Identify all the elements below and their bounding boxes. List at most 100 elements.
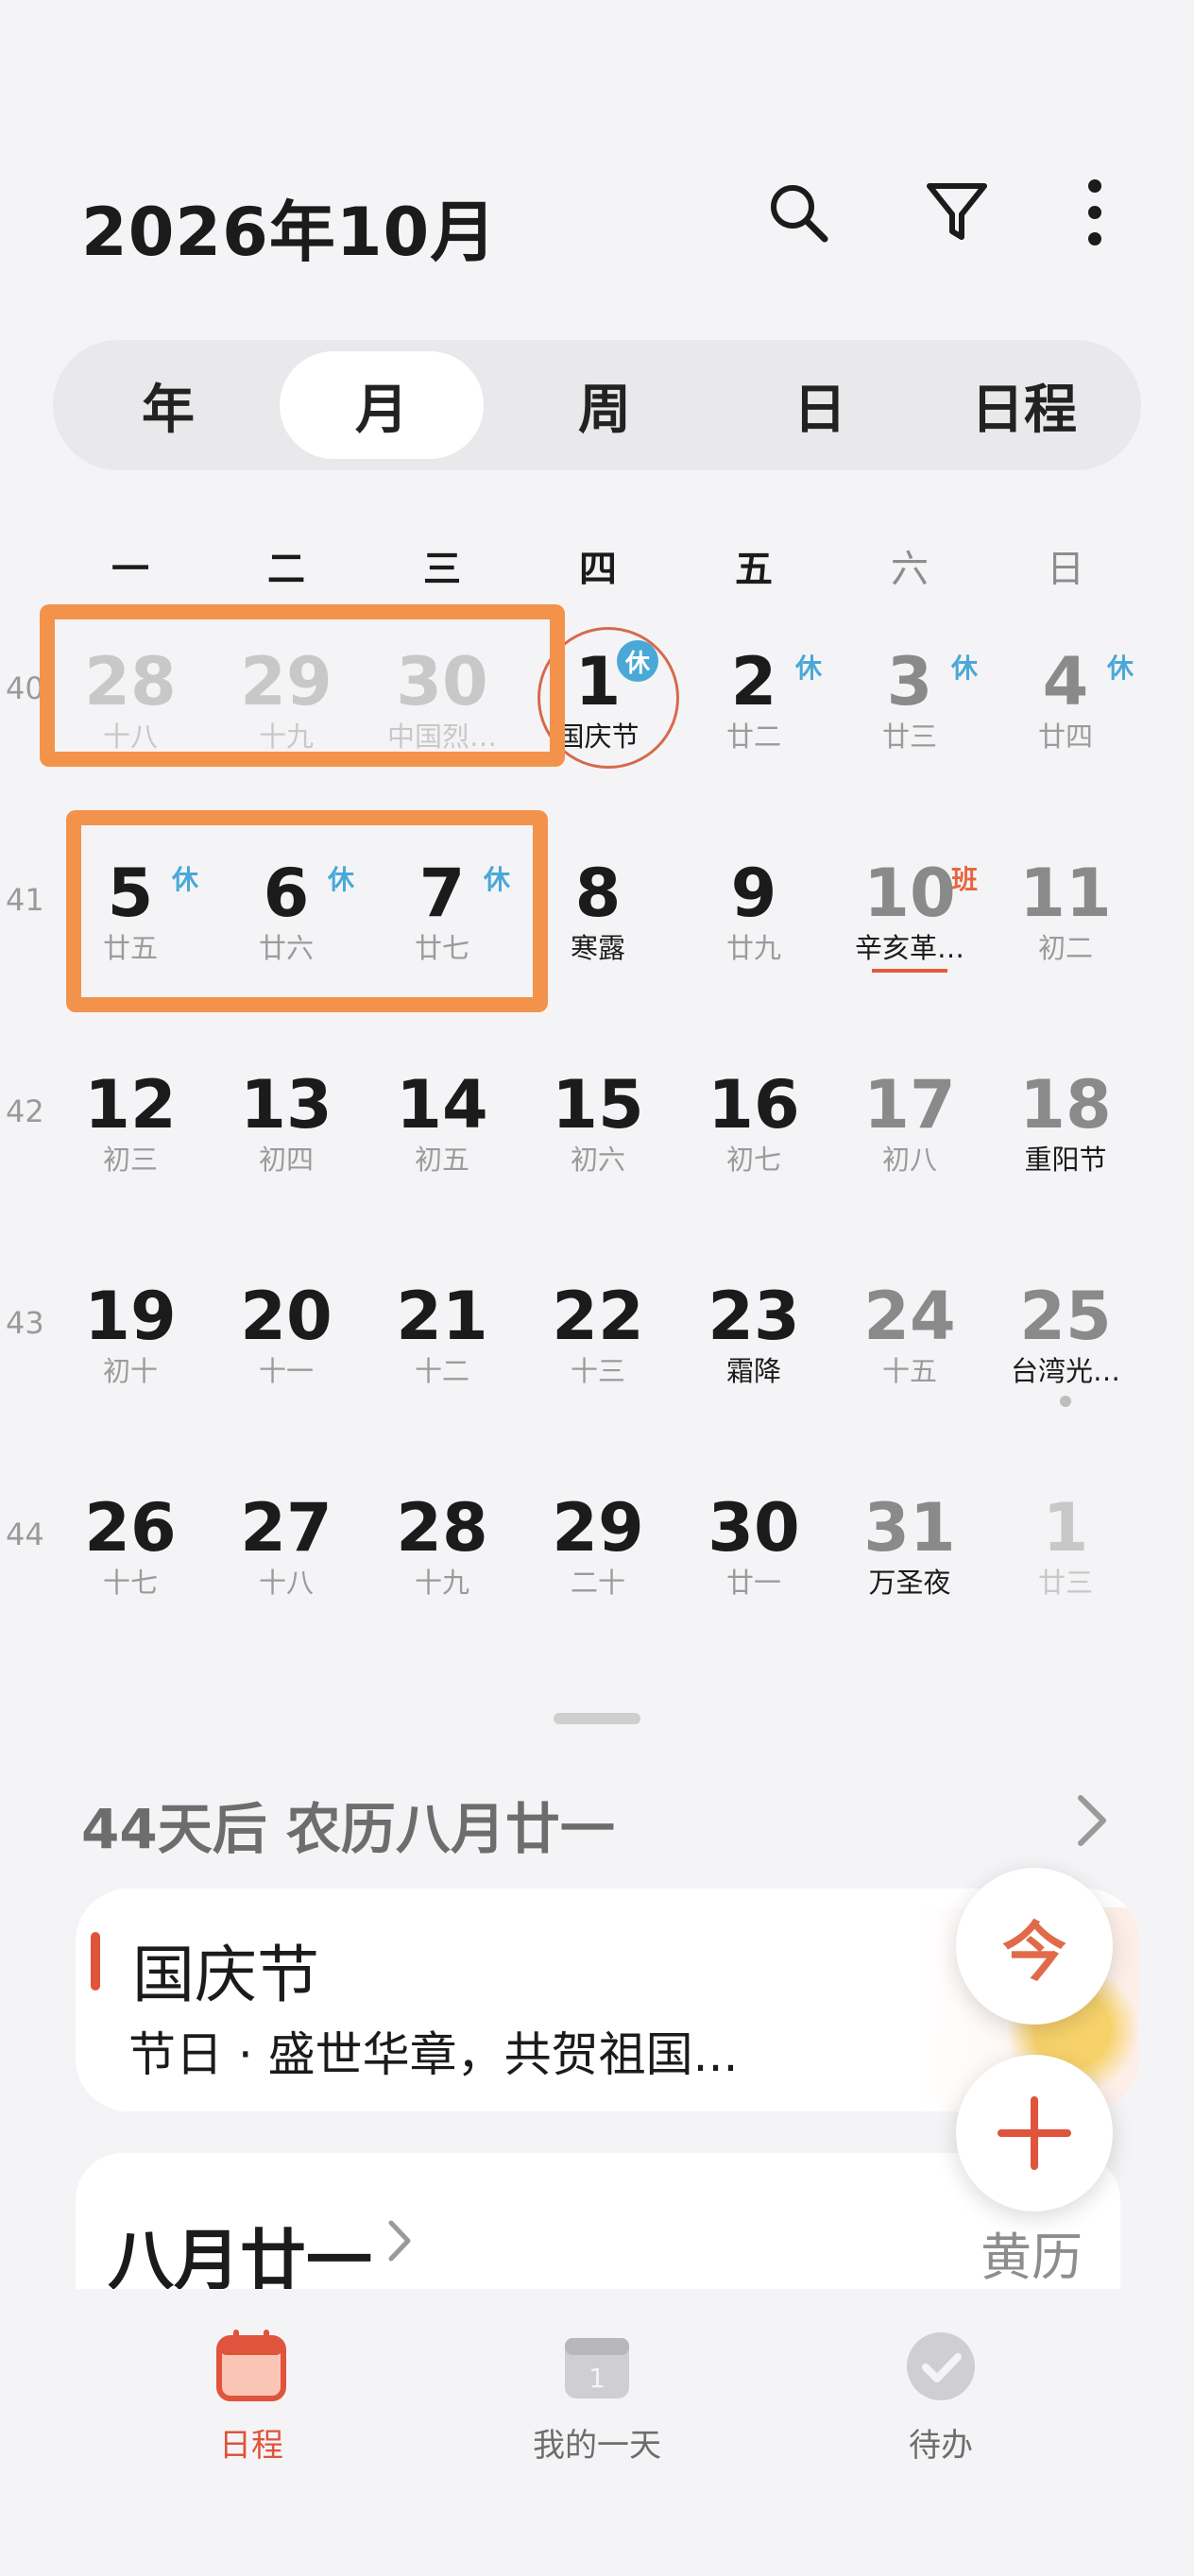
lunar-label: 辛亥革… [854, 932, 964, 964]
day-number: 26 [84, 1489, 177, 1567]
tab-day[interactable]: 日 [718, 351, 922, 459]
tab-month[interactable]: 月 [280, 351, 484, 459]
day-number: 29 [552, 1489, 644, 1567]
nav-schedule[interactable]: 日程 [138, 2329, 365, 2466]
day-cell[interactable]: 26 十七 [53, 1479, 208, 1620]
weekday-label: 六 [891, 548, 929, 591]
nav-label: 我的一天 [533, 2427, 661, 2465]
day-cell[interactable]: 14 初五 [365, 1056, 520, 1197]
day-cell[interactable]: 22 十三 [520, 1267, 675, 1409]
day-number: 15 [552, 1066, 644, 1144]
tab-agenda[interactable]: 日程 [922, 351, 1126, 459]
day-number: 9 [730, 855, 777, 932]
my-day-icon: 1 [559, 2329, 635, 2404]
day-cell[interactable]: 17 初八 [832, 1056, 987, 1197]
event-description: 节日 · 盛世华章，共贺祖国... [128, 2027, 739, 2082]
day-cell[interactable]: 23 霜降 [676, 1267, 831, 1409]
holiday-badge: 休 [950, 652, 978, 684]
day-number: 21 [396, 1278, 488, 1355]
bottom-nav: 日程 1 我的一天 待办 [0, 2289, 1194, 2576]
holiday-badge: 休 [617, 640, 658, 682]
day-cell[interactable]: 25 台湾光… [988, 1267, 1143, 1409]
lunar-label: 初二 [1037, 932, 1093, 964]
event-dot [1060, 1396, 1071, 1407]
lunar-label: 十九 [414, 1567, 469, 1599]
day-cell[interactable]: 31 万圣夜 [832, 1479, 987, 1620]
lunar-label: 十一 [258, 1355, 314, 1387]
day-cell[interactable]: 15 初六 [520, 1056, 675, 1197]
day-number: 19 [84, 1278, 177, 1355]
chevron-right-icon [385, 2217, 414, 2268]
tab-week[interactable]: 周 [503, 351, 707, 459]
day-number: 28 [396, 1489, 488, 1567]
nav-label: 待办 [909, 2427, 973, 2465]
lunar-label: 十五 [881, 1355, 937, 1387]
day-cell[interactable]: 3 廿三休 [832, 633, 987, 774]
lunar-label: 台湾光… [1010, 1355, 1120, 1387]
day-cell[interactable]: 19 初十 [53, 1267, 208, 1409]
day-cell[interactable]: 27 十八 [209, 1479, 364, 1620]
weekday-label: 三 [423, 548, 461, 591]
highlight-box [40, 604, 565, 767]
lunar-label: 初十 [102, 1355, 158, 1387]
day-number: 22 [552, 1278, 644, 1355]
lunar-label: 初三 [102, 1144, 158, 1176]
today-button[interactable]: 今 [956, 1868, 1113, 2025]
nav-todo[interactable]: 待办 [827, 2329, 1054, 2466]
day-number: 24 [863, 1278, 956, 1355]
countdown-summary[interactable]: 44天后 农历八月廿一 [81, 1785, 615, 1864]
tab-year[interactable]: 年 [66, 351, 270, 459]
event-title: 国庆节 [132, 1939, 319, 2011]
day-number: 12 [84, 1066, 177, 1144]
lunar-label: 廿二 [725, 720, 781, 753]
day-cell[interactable]: 10 辛亥革… 班 [832, 844, 987, 986]
lunar-label: 十二 [414, 1355, 469, 1387]
day-cell[interactable]: 9 廿九 [676, 844, 831, 986]
filter-icon[interactable] [914, 170, 999, 255]
day-cell[interactable]: 21 十二 [365, 1267, 520, 1409]
day-cell[interactable]: 28 十九 [365, 1479, 520, 1620]
day-cell[interactable]: 4 廿四休 [988, 633, 1143, 774]
workday-badge: 班 [950, 864, 978, 895]
day-cell[interactable]: 1 廿三 [988, 1479, 1143, 1620]
day-cell[interactable]: 20 十一 [209, 1267, 364, 1409]
lunar-label: 霜降 [725, 1355, 781, 1387]
more-icon[interactable] [1052, 170, 1137, 255]
page-title: 2026年10月 [81, 194, 498, 271]
lunar-label: 廿四 [1037, 720, 1093, 753]
day-cell[interactable]: 12 初三 [53, 1056, 208, 1197]
day-cell[interactable]: 29 二十 [520, 1479, 675, 1620]
day-cell[interactable]: 18 重阳节 [988, 1056, 1143, 1197]
search-icon[interactable] [756, 170, 841, 255]
day-number: 23 [708, 1278, 800, 1355]
highlight-box [66, 810, 548, 1012]
lunar-label: 万圣夜 [868, 1567, 951, 1599]
weekday-label: 二 [267, 548, 305, 591]
week-number: 42 [6, 1093, 44, 1129]
day-cell[interactable]: 30 廿一 [676, 1479, 831, 1620]
day-number: 16 [708, 1066, 800, 1144]
day-number: 20 [240, 1278, 333, 1355]
day-cell[interactable]: 2 廿二休 [676, 633, 831, 774]
lunar-label: 廿九 [725, 932, 781, 964]
day-number: 14 [396, 1066, 488, 1144]
day-cell[interactable]: 11 初二 [988, 844, 1143, 986]
day-cell[interactable]: 24 十五 [832, 1267, 987, 1409]
lunar-label: 初四 [258, 1144, 314, 1176]
drag-handle[interactable] [554, 1713, 640, 1724]
nav-my-day[interactable]: 1 我的一天 [484, 2329, 710, 2466]
add-event-button[interactable] [956, 2055, 1113, 2212]
day-cell[interactable]: 13 初四 [209, 1056, 364, 1197]
chevron-right-icon[interactable] [1073, 1792, 1111, 1853]
lunar-label: 重阳节 [1024, 1144, 1107, 1176]
almanac-link[interactable]: 黄历 [981, 2215, 1083, 2290]
svg-text:1: 1 [588, 2363, 606, 2394]
week-number: 43 [6, 1305, 44, 1341]
lunar-label: 十八 [258, 1567, 314, 1599]
day-number: 17 [863, 1066, 956, 1144]
lunar-label: 初五 [414, 1144, 469, 1176]
weekday-label: 五 [735, 548, 773, 591]
day-cell[interactable]: 16 初七 [676, 1056, 831, 1197]
lunar-label: 廿三 [881, 720, 937, 753]
calendar-icon [213, 2329, 289, 2404]
